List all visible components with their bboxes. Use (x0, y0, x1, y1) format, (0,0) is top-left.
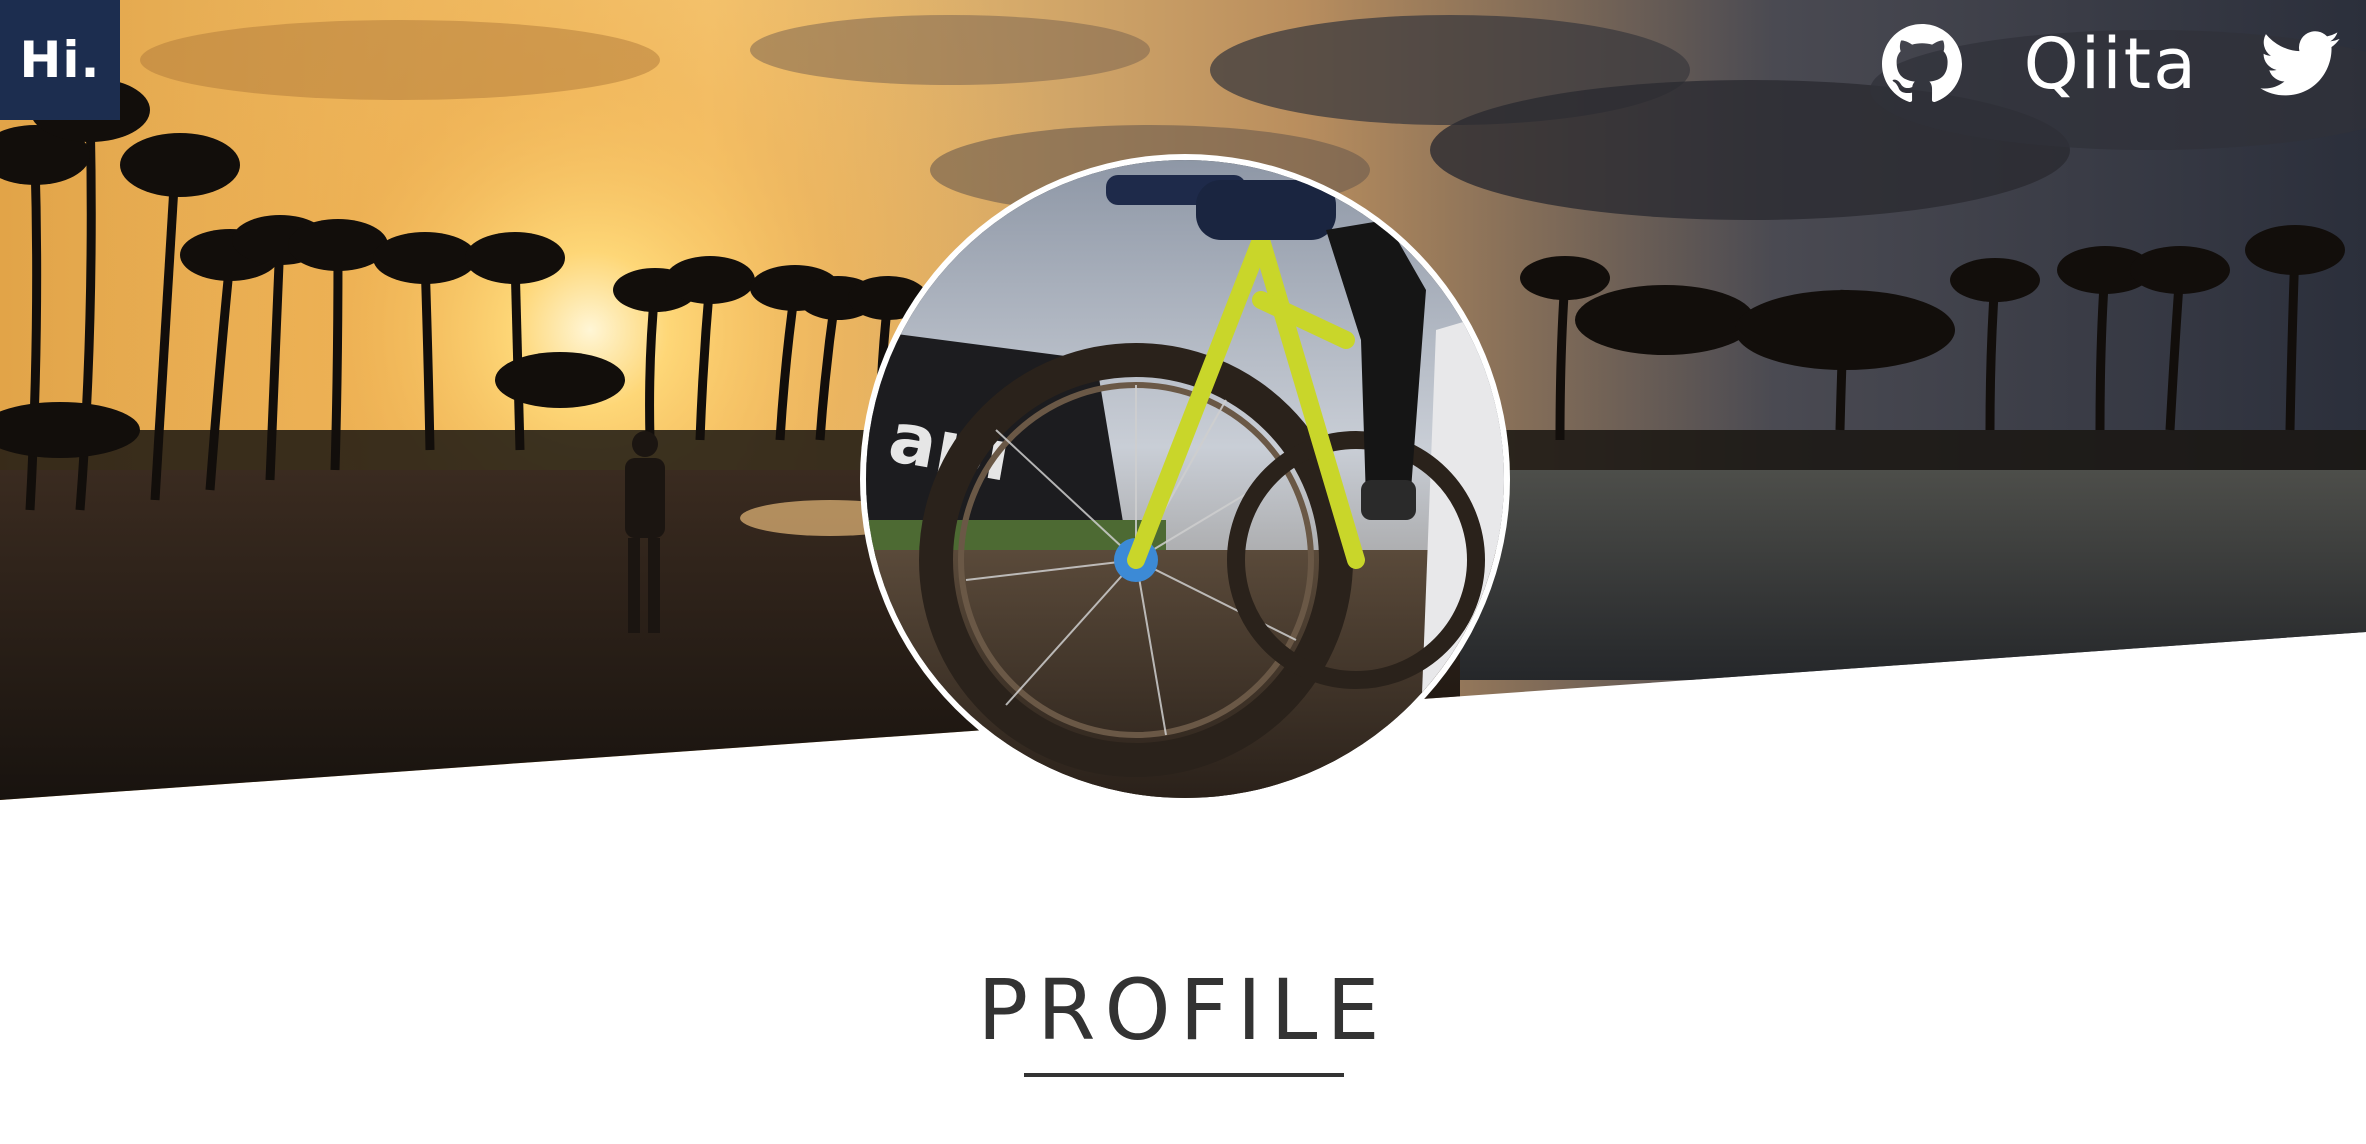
qiita-link[interactable]: Qiita (2024, 29, 2198, 99)
bicycle-photo: apı (866, 160, 1504, 798)
twitter-icon (2260, 31, 2340, 96)
social-links: Qiita (1881, 22, 2340, 106)
github-icon (1881, 24, 1962, 103)
page: Hi. Qiita apı PROFILE (0, 0, 2366, 1144)
github-link[interactable] (1881, 24, 1962, 104)
qiita-label: Qiita (2023, 23, 2198, 105)
logo-text: Hi. (19, 31, 101, 89)
twitter-link[interactable] (2260, 31, 2340, 97)
section-title-underline (1024, 1073, 1344, 1077)
site-logo[interactable]: Hi. (0, 0, 120, 120)
profile-avatar: apı (866, 160, 1504, 798)
section-title: PROFILE (977, 961, 1389, 1059)
